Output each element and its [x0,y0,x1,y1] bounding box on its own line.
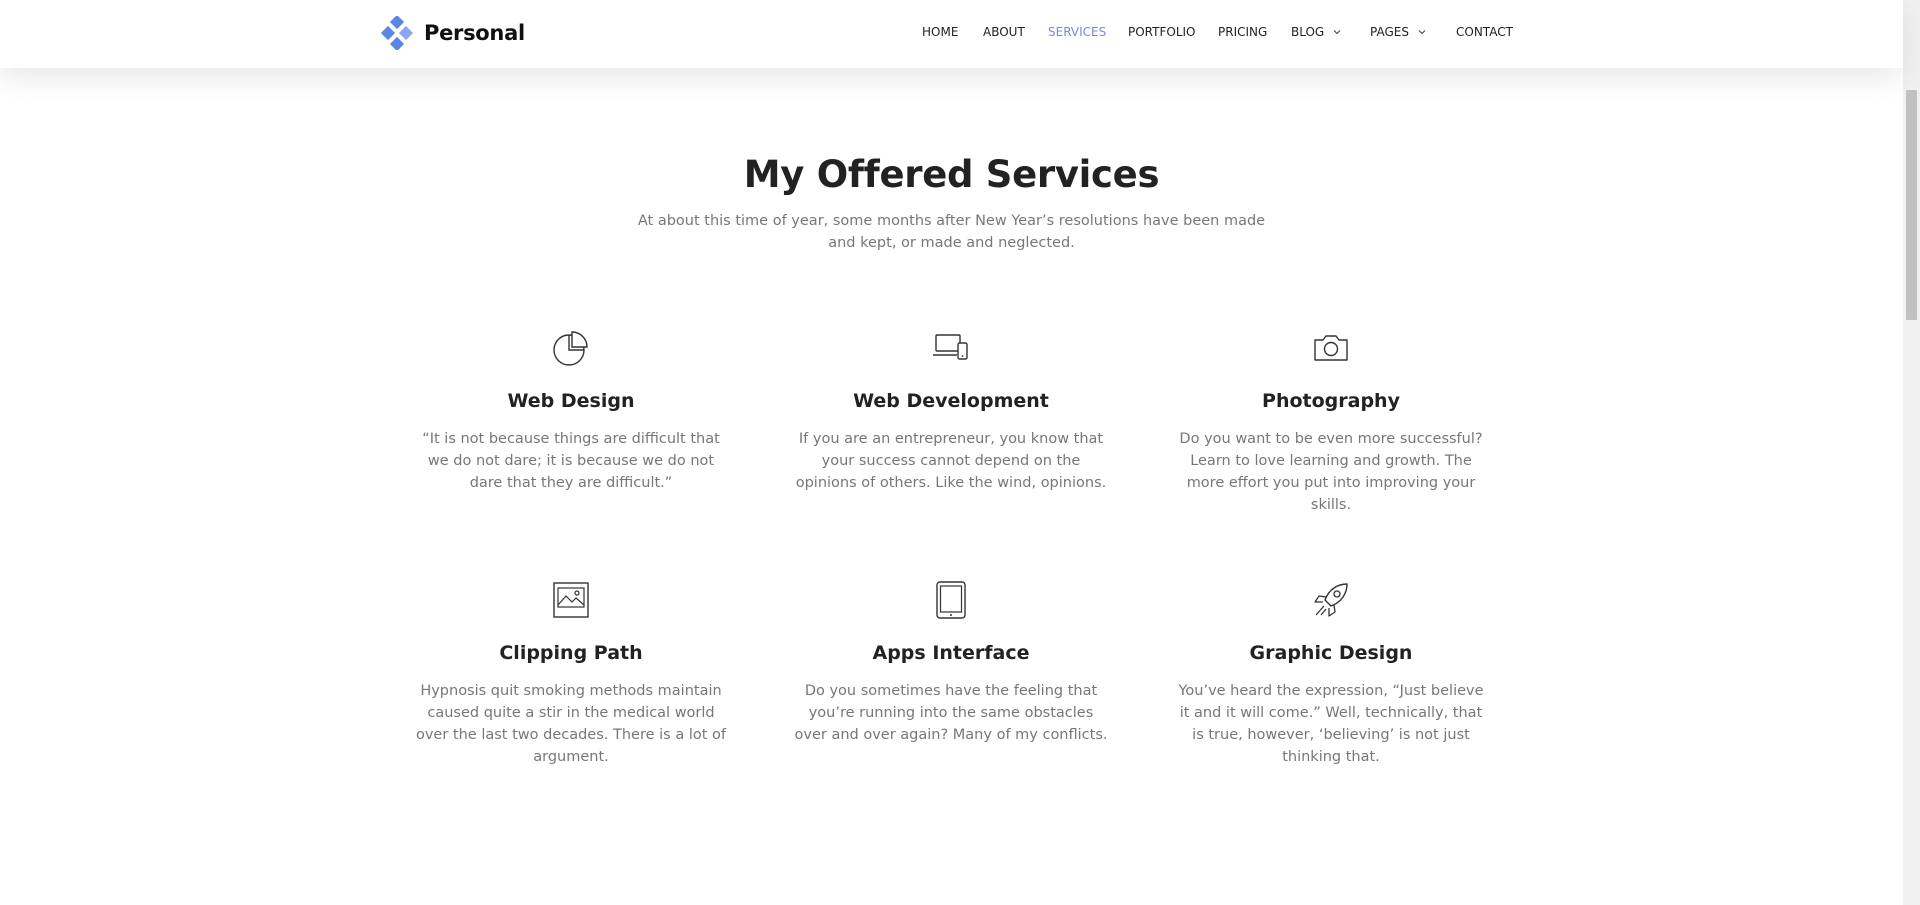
nav-label: PRICING [1218,25,1268,39]
service-description: Do you sometimes have the feeling that y… [794,683,1108,743]
service-title: Web Design [507,390,635,412]
section-subtitle: At about this time of year, some months … [637,213,1266,251]
service-title: Graphic Design [1249,642,1413,664]
nav-item-contact[interactable]: CONTACT [1456,25,1513,39]
section-title: My Offered Services [743,153,1160,196]
service-card: Clipping Path Hypnosis quit smoking meth… [406,580,736,768]
service-description: If you are an entrepreneur, you know tha… [795,431,1107,491]
service-title: Clipping Path [499,642,643,664]
nav-label: ABOUT [983,25,1025,39]
service-card: Graphic Design You’ve heard the expressi… [1166,580,1496,768]
service-card: Photography Do you want to be even more … [1166,328,1496,516]
chevron-down-icon [1418,30,1426,35]
nav-item-pages[interactable]: PAGES [1370,25,1427,39]
service-card: Web Design “It is not because things are… [406,328,736,494]
site-header: Personal HOME ABOUT SERVICES PORTFOLIO P… [0,0,1903,68]
service-card: Apps Interface Do you sometimes have the… [786,580,1116,746]
chevron-down-icon [1333,30,1341,35]
tablet-icon [931,580,971,620]
nav-label: HOME [922,25,959,39]
service-title: Photography [1262,390,1400,412]
nav-label: SERVICES [1048,25,1107,39]
service-title: Apps Interface [872,642,1030,664]
nav-item-portfolio[interactable]: PORTFOLIO [1128,25,1196,39]
nav-label: CONTACT [1456,25,1513,39]
service-description: “It is not because things are difficult … [422,431,720,491]
image-icon [551,580,591,620]
nav-label: PAGES [1370,25,1409,39]
nav-label: BLOG [1291,25,1325,39]
rocket-icon [1311,580,1351,620]
service-title: Web Development [853,390,1049,412]
devices-icon [931,328,971,368]
nav-item-about[interactable]: ABOUT [983,25,1025,39]
service-card: Web Development If you are an entreprene… [786,328,1116,494]
page-scrollbar[interactable] [1903,0,1920,905]
nav-label: PORTFOLIO [1128,25,1196,39]
service-description: You’ve heard the expression, “Just belie… [1178,683,1484,765]
pie-chart-icon [551,328,591,368]
nav-item-home[interactable]: HOME [922,25,958,39]
nav-item-services[interactable]: SERVICES [1048,25,1106,39]
service-description: Do you want to be even more successful? … [1179,431,1483,513]
nav-item-blog[interactable]: BLOG [1291,25,1342,39]
main-nav: HOME ABOUT SERVICES PORTFOLIO PRICING BL… [0,0,1903,68]
scrollbar-thumb[interactable] [1906,90,1917,320]
camera-icon [1311,328,1351,368]
nav-item-pricing[interactable]: PRICING [1218,25,1267,39]
service-description: Hypnosis quit smoking methods maintain c… [415,683,726,765]
